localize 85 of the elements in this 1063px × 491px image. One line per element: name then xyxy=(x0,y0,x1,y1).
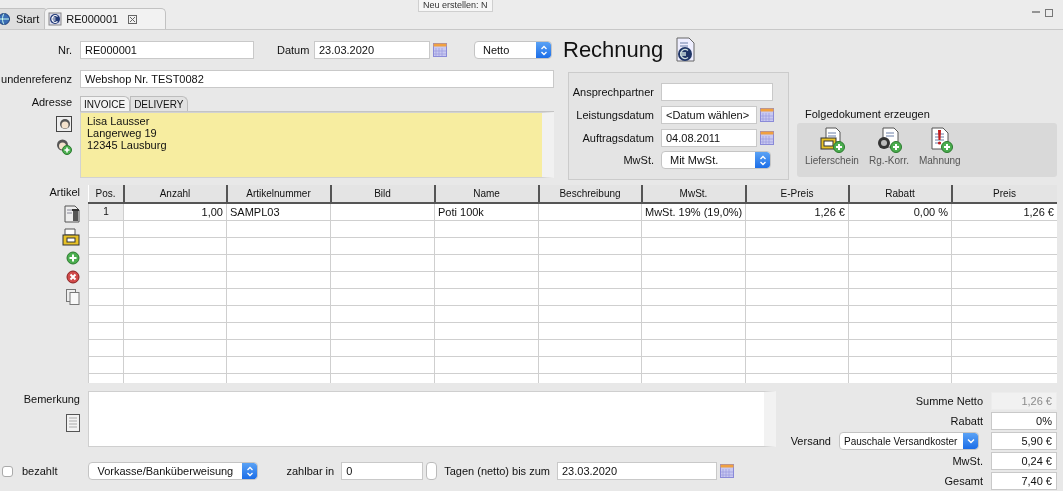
up-down-chevron-icon xyxy=(539,44,548,56)
vat-select[interactable]: Mit MwSt. xyxy=(661,151,771,170)
document-bin-icon[interactable] xyxy=(64,205,80,223)
days-label: Tagen (netto) bis zum xyxy=(444,465,550,477)
number-field[interactable]: RE000001 xyxy=(80,41,254,59)
calendar-icon[interactable] xyxy=(760,130,774,145)
add-icon[interactable] xyxy=(66,251,80,265)
table-cell: 1,00 xyxy=(201,205,223,218)
maximize-icon[interactable] xyxy=(1045,9,1053,17)
shipping-field[interactable]: 5,90 € xyxy=(991,432,1057,450)
table-cell: Poti 100k xyxy=(438,205,484,218)
order-date-field[interactable]: 04.08.2011 xyxy=(661,128,757,147)
person-card-icon[interactable] xyxy=(56,116,72,132)
up-down-chevron-icon xyxy=(246,465,254,477)
globe-icon xyxy=(0,12,12,26)
paid-checkbox[interactable] xyxy=(2,465,13,477)
address-label: Adresse xyxy=(31,96,72,108)
notepad-icon[interactable] xyxy=(66,414,80,432)
column-header[interactable]: MwSt. xyxy=(679,188,708,199)
vat-label: MwSt. xyxy=(623,154,654,167)
grand-total-label: Gesamt xyxy=(944,475,983,487)
column-header[interactable]: E-Preis xyxy=(780,188,814,199)
chevron-down-icon xyxy=(966,438,975,444)
copy-icon[interactable] xyxy=(66,289,80,305)
price-mode-select[interactable]: Netto xyxy=(474,41,552,59)
close-icon[interactable] xyxy=(128,14,138,24)
service-date-field[interactable]: <Datum wählen> xyxy=(661,106,757,125)
table-cell: 1,26 € xyxy=(1023,205,1054,218)
delivery-document-icon xyxy=(818,127,845,153)
shipping-select[interactable]: Pauschale Versandkoster xyxy=(839,432,979,450)
column-header[interactable]: Anzahl xyxy=(159,188,191,199)
address-tab[interactable]: INVOICE xyxy=(80,96,131,111)
minimize-icon[interactable] xyxy=(1031,9,1041,15)
order-date-label: Auftragsdatum xyxy=(582,131,654,144)
date-label: Datum xyxy=(277,44,311,56)
grand-total-field: 7,40 € xyxy=(991,472,1057,490)
delete-icon[interactable] xyxy=(66,270,80,284)
table-cell: 0,00 % xyxy=(913,205,948,218)
vat-total-field: 0,24 € xyxy=(991,452,1057,470)
contact-label: Ansprechpartner xyxy=(572,86,654,99)
payment-method-select[interactable]: Vorkasse/Banküberweisung xyxy=(88,462,259,480)
calendar-icon[interactable] xyxy=(760,108,774,123)
address-tab[interactable]: DELIVERY xyxy=(130,96,189,111)
person-add-icon[interactable] xyxy=(56,139,72,155)
calendar-icon[interactable] xyxy=(433,43,447,57)
invoice-document-icon xyxy=(673,37,698,63)
correction-document-icon xyxy=(875,127,902,153)
follow-up-button[interactable]: Lieferschein xyxy=(803,127,861,166)
calendar-icon[interactable] xyxy=(719,464,734,478)
reference-label: undenreferenz xyxy=(1,73,72,85)
items-label: Artikel xyxy=(49,186,80,198)
column-header[interactable]: Bild xyxy=(374,188,391,199)
discount-field[interactable]: 0% xyxy=(991,412,1057,430)
paid-label: bezahlt xyxy=(22,465,58,477)
vat-total-label: MwSt. xyxy=(952,455,983,467)
tab[interactable]: RE000001 xyxy=(44,8,167,29)
folder-icon[interactable] xyxy=(62,228,80,246)
due-days-field[interactable]: 0 xyxy=(341,462,424,480)
due-date-field[interactable]: 23.03.2020 xyxy=(556,462,717,480)
column-header[interactable]: Name xyxy=(473,188,500,199)
up-down-chevron-icon xyxy=(758,154,767,166)
coin-icon xyxy=(48,12,63,26)
column-header[interactable]: Preis xyxy=(993,188,1016,199)
remark-label: Bemerkung xyxy=(23,393,80,405)
follow-up-button[interactable]: Rg.-Korr. xyxy=(866,127,911,166)
tooltip: Neu erstellen: N xyxy=(418,0,493,12)
net-total-field: 1,26 € xyxy=(991,392,1057,410)
contact-field[interactable] xyxy=(661,83,773,102)
address-text-area[interactable]: Lisa Lausser Langerweg 19 12345 Lausburg xyxy=(80,112,554,178)
discount-label: Rabatt xyxy=(950,415,983,427)
due-label: zahlbar in xyxy=(286,465,335,477)
net-total-label: Summe Netto xyxy=(915,395,983,407)
spinner[interactable] xyxy=(426,462,438,480)
service-date-label: Leistungsdatum xyxy=(576,109,654,122)
table-cell: 1 xyxy=(103,206,109,218)
table-cell: 1,26 € xyxy=(814,205,845,218)
follow-up-button[interactable]: Mahnung xyxy=(916,127,963,166)
shipping-label: Versand xyxy=(790,435,831,447)
follow-up-title: Folgedokument erzeugen xyxy=(805,108,930,120)
date-field[interactable]: 23.03.2020 xyxy=(314,41,430,59)
number-label: Nr. xyxy=(57,44,72,56)
column-header[interactable]: Rabatt xyxy=(885,188,915,199)
reference-field[interactable]: Webshop Nr. TEST0082 xyxy=(80,70,554,88)
table-cell: SAMPL03 xyxy=(230,205,280,218)
document-title: Rechnung xyxy=(563,37,664,63)
